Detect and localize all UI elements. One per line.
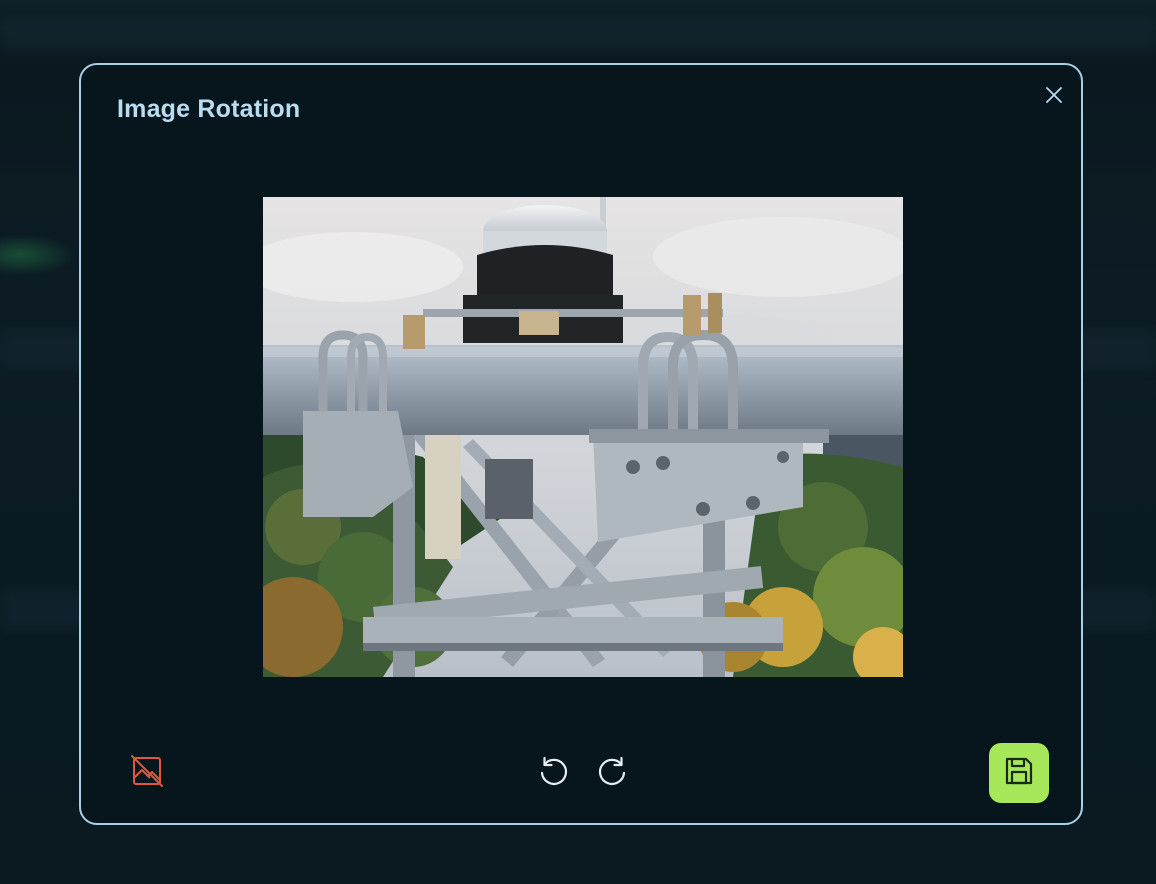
close-icon [1045, 86, 1063, 109]
rotate-left-icon [536, 754, 570, 793]
remove-image-button[interactable] [127, 753, 167, 793]
image-rotation-dialog: Image Rotation [79, 63, 1083, 825]
floppy-disk-icon [1002, 754, 1036, 793]
dialog-title: Image Rotation [117, 95, 301, 123]
rotate-right-icon [596, 754, 630, 793]
image-off-icon [130, 754, 164, 793]
rotate-right-button[interactable] [593, 753, 633, 793]
rotate-left-button[interactable] [533, 753, 573, 793]
image-preview [263, 197, 903, 677]
backdrop-blur-band [0, 18, 1156, 52]
close-button[interactable] [1040, 83, 1068, 111]
save-button[interactable] [989, 743, 1049, 803]
